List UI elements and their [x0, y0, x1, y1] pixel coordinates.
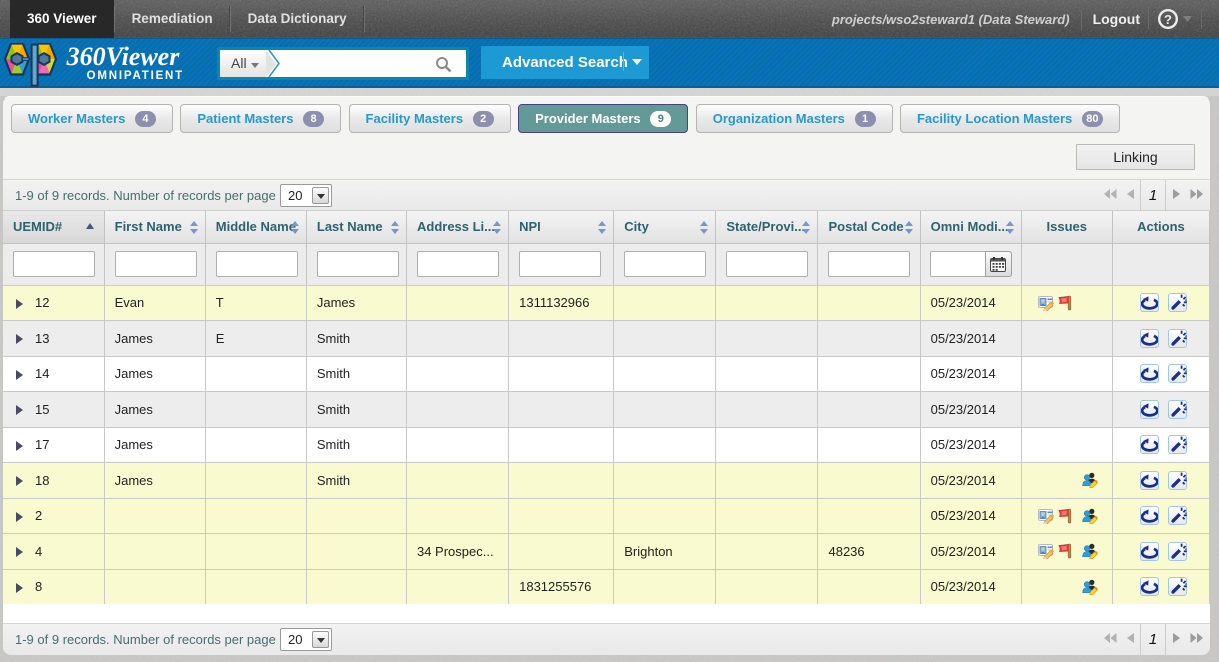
svg-text:?: ?	[1164, 12, 1172, 27]
